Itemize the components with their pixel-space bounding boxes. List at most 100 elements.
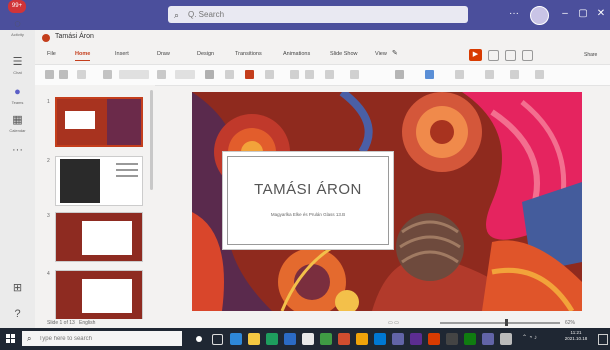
- avatar[interactable]: [530, 6, 549, 25]
- mail-icon[interactable]: [374, 333, 386, 345]
- rail-item-activity[interactable]: ◌ Activity: [0, 14, 35, 44]
- app-icon[interactable]: [410, 333, 422, 345]
- zoom-slider-handle[interactable]: [505, 319, 508, 326]
- slide-number: 3: [47, 213, 50, 219]
- teams-taskbar-icon[interactable]: [392, 333, 404, 345]
- tab-design[interactable]: Design: [197, 48, 214, 60]
- layout-dropdown[interactable]: [119, 70, 149, 79]
- shape-fill-icon[interactable]: [425, 70, 434, 79]
- tab-animations[interactable]: Animations: [283, 48, 310, 60]
- slide-subtitle[interactable]: Magyarlka Elke és Prulán Glass 13.B: [223, 212, 393, 217]
- taskbar-search[interactable]: ⌕: [22, 331, 182, 346]
- rail-item-more[interactable]: ···: [0, 140, 35, 170]
- tab-file[interactable]: File: [47, 48, 56, 60]
- italic-icon[interactable]: [225, 70, 234, 79]
- slide-thumbnail[interactable]: [55, 97, 143, 147]
- strikethrough-icon[interactable]: [290, 70, 299, 79]
- system-tray-icons[interactable]: ⌃ ◔ ♪: [522, 334, 537, 341]
- tab-slide-show[interactable]: Slide Show: [330, 48, 358, 60]
- app-icon[interactable]: [446, 333, 458, 345]
- new-slide-icon[interactable]: [103, 70, 112, 79]
- search-input[interactable]: [184, 7, 452, 22]
- more-tools-icon[interactable]: [535, 70, 544, 79]
- help-icon: ?: [14, 308, 21, 320]
- search-icon: ⌕: [174, 9, 180, 20]
- app-icon[interactable]: [482, 333, 494, 345]
- tab-view[interactable]: View: [375, 48, 387, 60]
- tab-transitions[interactable]: Transitions: [235, 48, 262, 60]
- minimize-icon[interactable]: –: [557, 6, 573, 22]
- ribbon-toolbar: [35, 64, 610, 86]
- share-button[interactable]: Share: [584, 52, 597, 58]
- search-box[interactable]: ⌕: [168, 6, 468, 23]
- rail-item-calendar[interactable]: ▦ Calendar: [0, 110, 35, 140]
- powerpoint-logo-icon: [42, 34, 50, 42]
- word-icon[interactable]: [284, 333, 296, 345]
- file-title-bar: [35, 30, 610, 46]
- file-title[interactable]: Tamási Áron: [55, 33, 94, 40]
- rail-label: Teams: [11, 100, 24, 105]
- chrome-icon[interactable]: [302, 333, 314, 345]
- paste-icon[interactable]: [59, 70, 68, 79]
- slide-thumbnail[interactable]: [55, 212, 143, 262]
- notes-button[interactable]: ▭ ▭: [388, 320, 399, 326]
- app-icon[interactable]: [500, 333, 512, 345]
- undo-icon[interactable]: [45, 70, 54, 79]
- font-icon[interactable]: [157, 70, 166, 79]
- font-color-icon[interactable]: [245, 70, 254, 79]
- app-icon[interactable]: [320, 333, 332, 345]
- bold-icon[interactable]: [205, 70, 214, 79]
- title-frame: [227, 156, 389, 245]
- comments-icon[interactable]: [488, 50, 499, 61]
- rail-item-teams[interactable]: ● Teams: [0, 82, 35, 112]
- highlight-icon[interactable]: [325, 70, 334, 79]
- share-icon[interactable]: [522, 50, 533, 61]
- shapes-icon[interactable]: [485, 70, 494, 79]
- zoom-slider[interactable]: [440, 322, 560, 324]
- task-view-icon[interactable]: [212, 334, 223, 345]
- teams-icon: ●: [14, 86, 21, 98]
- slide-thumbnail[interactable]: [55, 156, 143, 206]
- slide-number: 4: [47, 271, 50, 277]
- title-placeholder[interactable]: TAMÁSI ÁRON Magyarlka Elke és Prulán Gla…: [222, 151, 394, 250]
- rail-label: Chat: [13, 70, 22, 75]
- edge-icon[interactable]: [230, 333, 242, 345]
- text-effect-icon[interactable]: [305, 70, 314, 79]
- app-icon[interactable]: [428, 333, 440, 345]
- calendar-icon: ▦: [12, 114, 23, 126]
- maximize-icon[interactable]: ▢: [575, 6, 591, 22]
- present-icon[interactable]: ▶: [469, 49, 482, 61]
- file-explorer-icon[interactable]: [248, 333, 260, 345]
- notifications-icon[interactable]: [598, 334, 608, 345]
- clear-format-icon[interactable]: [265, 70, 274, 79]
- excel-icon[interactable]: [266, 333, 278, 345]
- rail-item-chat[interactable]: ☰ Chat: [0, 52, 35, 82]
- windows-start-icon[interactable]: [6, 334, 16, 344]
- panel-scrollbar[interactable]: [150, 90, 153, 190]
- taskbar-clock[interactable]: 11:21 2021.10.18: [556, 330, 596, 342]
- close-icon[interactable]: ✕: [593, 6, 609, 22]
- taskbar-search-input[interactable]: [34, 335, 182, 342]
- powerpoint-icon[interactable]: [338, 333, 350, 345]
- slide-number: 1: [47, 99, 50, 105]
- slide-thumbnail[interactable]: [55, 270, 143, 320]
- slide-title[interactable]: TAMÁSI ÁRON: [223, 181, 393, 198]
- pen-icon[interactable]: ✎: [392, 49, 398, 57]
- app-icon[interactable]: [356, 333, 368, 345]
- font-size-dropdown[interactable]: [175, 70, 195, 79]
- tab-draw[interactable]: Draw: [157, 48, 170, 60]
- align-icon[interactable]: [395, 70, 404, 79]
- tab-home[interactable]: Home: [75, 48, 91, 61]
- tab-insert[interactable]: Insert: [115, 48, 129, 60]
- arrange-icon[interactable]: [455, 70, 464, 79]
- more-options-icon[interactable]: ···: [506, 6, 522, 22]
- zoom-level[interactable]: 62%: [565, 320, 575, 326]
- language-status[interactable]: English: [79, 320, 95, 326]
- cut-icon[interactable]: [77, 70, 86, 79]
- edit-mode-icon[interactable]: [505, 50, 516, 61]
- bullets-icon[interactable]: [350, 70, 359, 79]
- find-icon[interactable]: [510, 70, 519, 79]
- bell-icon: ◌: [14, 18, 21, 30]
- cortana-icon[interactable]: [196, 336, 202, 342]
- app-icon[interactable]: [464, 333, 476, 345]
